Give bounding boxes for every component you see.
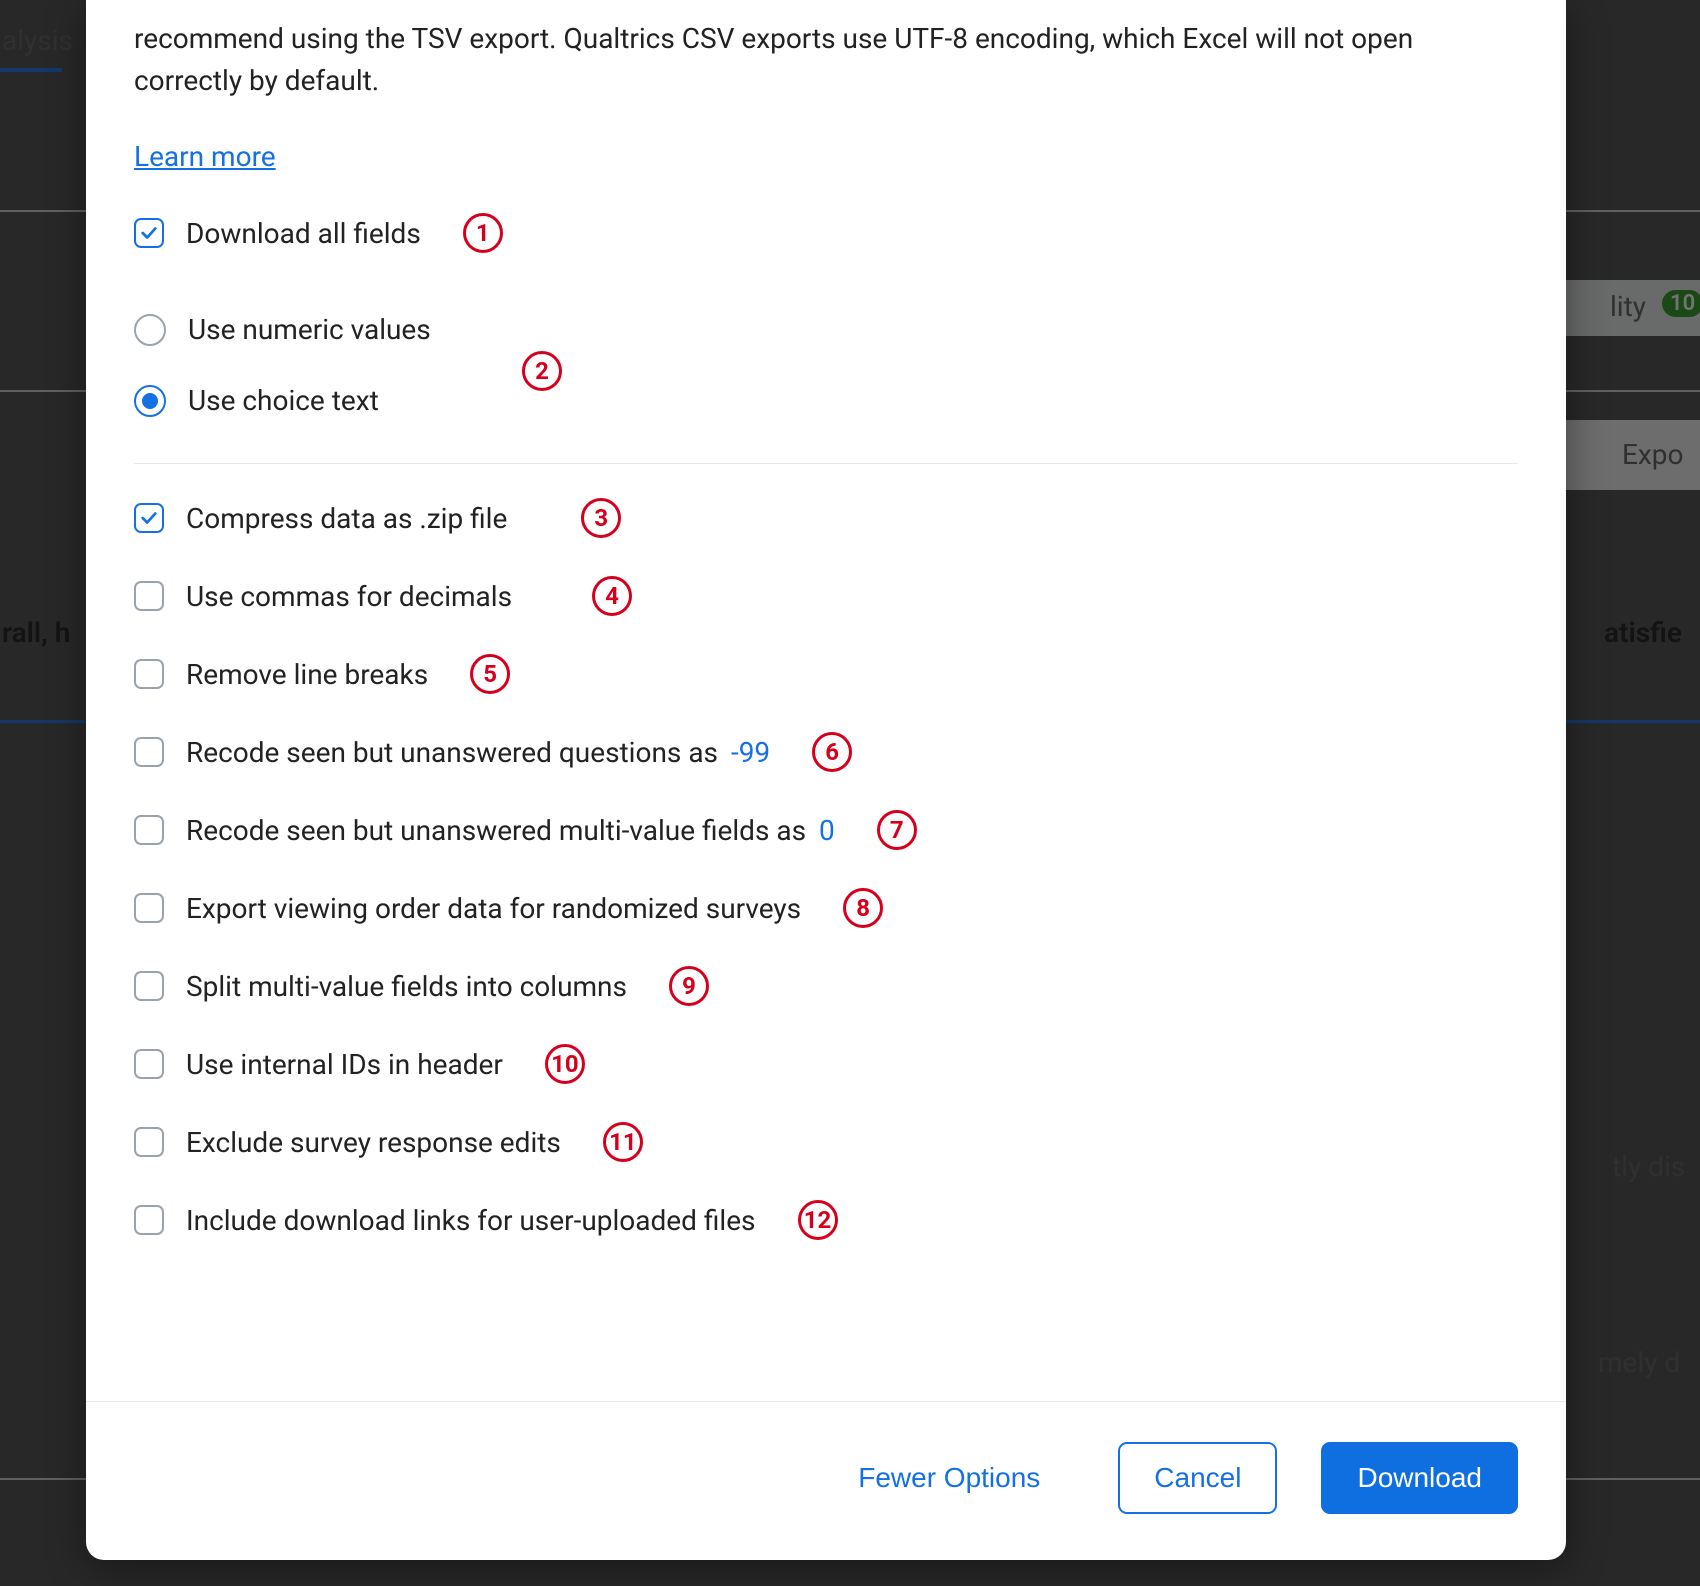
- fewer-options-button[interactable]: Fewer Options: [824, 1444, 1074, 1512]
- divider: [134, 463, 1518, 464]
- split-multi-checkbox[interactable]: [134, 971, 164, 1001]
- recode-multi-label: Recode seen but unanswered multi-value f…: [186, 814, 835, 847]
- option-include-download-links: Include download links for user-uploaded…: [134, 1190, 1518, 1250]
- annotation-marker-2: 2: [522, 351, 562, 391]
- use-choice-text-label: Use choice text: [188, 384, 379, 417]
- remove-line-breaks-checkbox[interactable]: [134, 659, 164, 689]
- option-recode-unanswered: Recode seen but unanswered questions as …: [134, 722, 1518, 782]
- annotation-marker-8: 8: [843, 888, 883, 928]
- check-icon: [140, 224, 158, 242]
- remove-line-breaks-label: Remove line breaks: [186, 658, 428, 691]
- option-internal-ids: Use internal IDs in header 10: [134, 1034, 1518, 1094]
- export-viewing-order-checkbox[interactable]: [134, 893, 164, 923]
- internal-ids-checkbox[interactable]: [134, 1049, 164, 1079]
- recode-unanswered-label: Recode seen but unanswered questions as …: [186, 736, 770, 769]
- use-numeric-values-radio[interactable]: [134, 314, 166, 346]
- value-format-radio-group: Use numeric values Use choice text 2: [134, 303, 1518, 427]
- modal-body: recommend using the TSV export. Qualtric…: [86, 0, 1566, 1401]
- option-split-multi: Split multi-value fields into columns 9: [134, 956, 1518, 1016]
- annotation-marker-12: 12: [798, 1200, 838, 1240]
- option-commas-decimals: Use commas for decimals 4: [134, 566, 1518, 626]
- internal-ids-label: Use internal IDs in header: [186, 1048, 503, 1081]
- annotation-marker-6: 6: [812, 732, 852, 772]
- use-numeric-values-label: Use numeric values: [188, 313, 431, 346]
- recode-unanswered-value[interactable]: -99: [731, 736, 770, 769]
- split-multi-label: Split multi-value fields into columns: [186, 970, 627, 1003]
- commas-decimals-checkbox[interactable]: [134, 581, 164, 611]
- compress-zip-checkbox[interactable]: [134, 503, 164, 533]
- option-remove-line-breaks: Remove line breaks 5: [134, 644, 1518, 704]
- modal-footer: Fewer Options Cancel Download: [86, 1401, 1566, 1560]
- compress-zip-label: Compress data as .zip file: [186, 502, 507, 535]
- cancel-button[interactable]: Cancel: [1118, 1442, 1277, 1514]
- annotation-marker-9: 9: [669, 966, 709, 1006]
- exclude-edits-label: Exclude survey response edits: [186, 1126, 561, 1159]
- annotation-marker-11: 11: [603, 1122, 643, 1162]
- include-download-links-label: Include download links for user-uploaded…: [186, 1204, 756, 1237]
- include-download-links-checkbox[interactable]: [134, 1205, 164, 1235]
- recode-multi-prefix: Recode seen but unanswered multi-value f…: [186, 814, 806, 847]
- exclude-edits-checkbox[interactable]: [134, 1127, 164, 1157]
- export-viewing-order-label: Export viewing order data for randomized…: [186, 892, 801, 925]
- option-use-numeric-values: Use numeric values: [134, 303, 1518, 356]
- recode-multi-value[interactable]: 0: [819, 814, 835, 847]
- option-export-viewing-order: Export viewing order data for randomized…: [134, 878, 1518, 938]
- download-all-fields-checkbox[interactable]: [134, 218, 164, 248]
- annotation-marker-4: 4: [592, 576, 632, 616]
- annotation-marker-7: 7: [877, 810, 917, 850]
- option-exclude-edits: Exclude survey response edits 11: [134, 1112, 1518, 1172]
- export-options-modal: recommend using the TSV export. Qualtric…: [86, 0, 1566, 1560]
- annotation-marker-5: 5: [470, 654, 510, 694]
- option-use-choice-text: Use choice text: [134, 374, 1518, 427]
- option-recode-multi: Recode seen but unanswered multi-value f…: [134, 800, 1518, 860]
- commas-decimals-label: Use commas for decimals: [186, 580, 512, 613]
- learn-more-link[interactable]: Learn more: [134, 140, 276, 173]
- option-compress-zip: Compress data as .zip file 3: [134, 488, 1518, 548]
- export-description: recommend using the TSV export. Qualtric…: [134, 18, 1518, 102]
- recode-unanswered-prefix: Recode seen but unanswered questions as: [186, 736, 718, 769]
- download-button[interactable]: Download: [1321, 1442, 1518, 1514]
- download-all-fields-label: Download all fields: [186, 217, 421, 250]
- option-download-all-fields: Download all fields 1: [134, 203, 1518, 263]
- check-icon: [140, 509, 158, 527]
- annotation-marker-10: 10: [545, 1044, 585, 1084]
- recode-multi-checkbox[interactable]: [134, 815, 164, 845]
- annotation-marker-1: 1: [463, 213, 503, 253]
- use-choice-text-radio[interactable]: [134, 385, 166, 417]
- recode-unanswered-checkbox[interactable]: [134, 737, 164, 767]
- annotation-marker-3: 3: [581, 498, 621, 538]
